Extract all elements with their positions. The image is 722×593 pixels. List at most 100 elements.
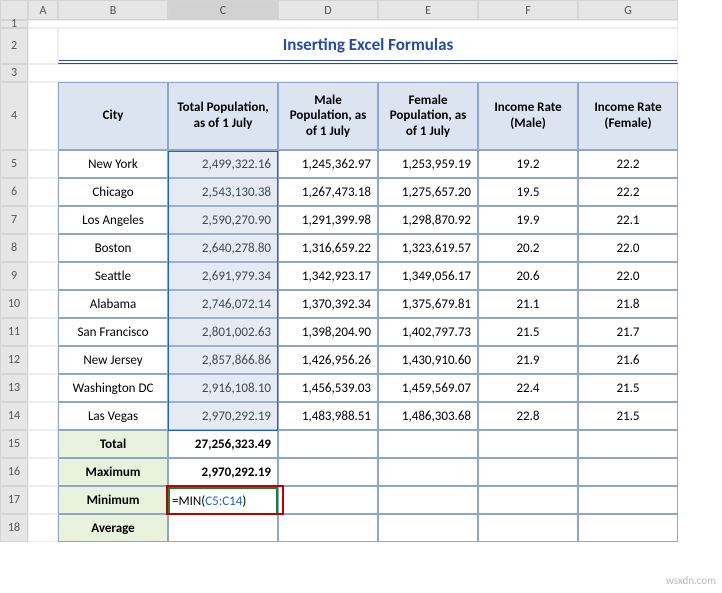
cell[interactable] xyxy=(378,486,478,514)
header-male[interactable]: Male Population, as of 1 July xyxy=(278,82,378,150)
cell-city[interactable]: Chicago xyxy=(58,178,168,206)
cell[interactable] xyxy=(278,486,378,514)
cell-male[interactable]: 1,456,539.03 xyxy=(278,374,378,402)
cell-city[interactable]: New York xyxy=(58,150,168,178)
summary-value[interactable] xyxy=(168,514,278,542)
cell[interactable] xyxy=(378,458,478,486)
cell[interactable] xyxy=(28,514,58,542)
summary-label[interactable]: Total xyxy=(58,430,168,458)
cell-rate-female[interactable]: 22.1 xyxy=(578,206,678,234)
summary-value[interactable] xyxy=(168,486,278,514)
row-header-11[interactable]: 11 xyxy=(0,318,28,346)
row-header-10[interactable]: 10 xyxy=(0,290,28,318)
cell-female[interactable]: 1,486,303.68 xyxy=(378,402,478,430)
row-header-16[interactable]: 16 xyxy=(0,458,28,486)
cell-female[interactable]: 1,298,870.92 xyxy=(378,206,478,234)
row-header-5[interactable]: 5 xyxy=(0,150,28,178)
cell-city[interactable]: Boston xyxy=(58,234,168,262)
cell[interactable] xyxy=(578,458,678,486)
cell-total[interactable]: 2,590,270.90 xyxy=(168,206,278,234)
cell-male[interactable]: 1,398,204.90 xyxy=(278,318,378,346)
col-header-g[interactable]: G xyxy=(578,0,678,20)
title-cell[interactable]: Inserting Excel Formulas xyxy=(58,28,678,64)
cell-total[interactable]: 2,970,292.19 xyxy=(168,402,278,430)
cell-rate-male[interactable]: 19.2 xyxy=(478,150,578,178)
cell[interactable] xyxy=(278,458,378,486)
cell-female[interactable]: 1,402,797.73 xyxy=(378,318,478,346)
cell-rate-female[interactable]: 22.2 xyxy=(578,178,678,206)
header-total[interactable]: Total Population, as of 1 July xyxy=(168,82,278,150)
cell[interactable] xyxy=(28,430,58,458)
row-header-7[interactable]: 7 xyxy=(0,206,28,234)
cell-rate-male[interactable]: 22.8 xyxy=(478,402,578,430)
cell-rate-female[interactable]: 22.0 xyxy=(578,234,678,262)
cell-total[interactable]: 2,801,002.63 xyxy=(168,318,278,346)
cell-total[interactable]: 2,916,108.10 xyxy=(168,374,278,402)
summary-value[interactable]: 27,256,323.49 xyxy=(168,430,278,458)
cell[interactable] xyxy=(578,430,678,458)
cell[interactable] xyxy=(28,178,58,206)
cell-male[interactable]: 1,267,473.18 xyxy=(278,178,378,206)
cell-rate-male[interactable]: 21.1 xyxy=(478,290,578,318)
cell-total[interactable]: 2,857,866.86 xyxy=(168,346,278,374)
cell[interactable] xyxy=(28,458,58,486)
col-header-d[interactable]: D xyxy=(278,0,378,20)
cell[interactable] xyxy=(28,150,58,178)
cell[interactable] xyxy=(378,514,478,542)
cell[interactable] xyxy=(28,262,58,290)
cell-city[interactable]: Washington DC xyxy=(58,374,168,402)
cell-total[interactable]: 2,640,278.80 xyxy=(168,234,278,262)
row-header-14[interactable]: 14 xyxy=(0,402,28,430)
header-female[interactable]: Female Population, as of 1 July xyxy=(378,82,478,150)
cell[interactable] xyxy=(28,318,58,346)
cell-city[interactable]: San Francisco xyxy=(58,318,168,346)
cell-female[interactable]: 1,430,910.60 xyxy=(378,346,478,374)
cell-rate-male[interactable]: 21.5 xyxy=(478,318,578,346)
cell-city[interactable]: Seattle xyxy=(58,262,168,290)
summary-value[interactable]: 2,970,292.19 xyxy=(168,458,278,486)
col-header-a[interactable]: A xyxy=(28,0,58,20)
cell[interactable] xyxy=(478,430,578,458)
cell-male[interactable]: 1,316,659.22 xyxy=(278,234,378,262)
cell-rate-male[interactable]: 20.6 xyxy=(478,262,578,290)
cell-city[interactable]: Alabama xyxy=(58,290,168,318)
cell-rate-female[interactable]: 21.5 xyxy=(578,374,678,402)
row-header-15[interactable]: 15 xyxy=(0,430,28,458)
cell-rate-female[interactable]: 21.5 xyxy=(578,402,678,430)
cell-total[interactable]: 2,543,130.38 xyxy=(168,178,278,206)
cell-rate-male[interactable]: 22.4 xyxy=(478,374,578,402)
cell-city[interactable]: New Jersey xyxy=(58,346,168,374)
cell-rate-female[interactable]: 22.0 xyxy=(578,262,678,290)
cell-male[interactable]: 1,483,988.51 xyxy=(278,402,378,430)
row-header-2[interactable]: 2 xyxy=(0,28,28,64)
cell[interactable] xyxy=(28,64,678,82)
cell-total[interactable]: 2,746,072.14 xyxy=(168,290,278,318)
cell-female[interactable]: 1,275,657.20 xyxy=(378,178,478,206)
cell-male[interactable]: 1,426,956.26 xyxy=(278,346,378,374)
summary-label[interactable]: Maximum xyxy=(58,458,168,486)
cell-female[interactable]: 1,459,569.07 xyxy=(378,374,478,402)
cell-total[interactable]: 2,499,322.16 xyxy=(168,150,278,178)
header-rate-male[interactable]: Income Rate (Male) xyxy=(478,82,578,150)
cell[interactable] xyxy=(278,430,378,458)
cell-male[interactable]: 1,342,923.17 xyxy=(278,262,378,290)
cell[interactable] xyxy=(28,290,58,318)
cell[interactable] xyxy=(28,374,58,402)
cell-rate-male[interactable]: 20.2 xyxy=(478,234,578,262)
cell-rate-female[interactable]: 22.2 xyxy=(578,150,678,178)
cell[interactable] xyxy=(28,206,58,234)
cell-male[interactable]: 1,370,392.34 xyxy=(278,290,378,318)
cell-rate-female[interactable]: 21.7 xyxy=(578,318,678,346)
cell[interactable] xyxy=(378,430,478,458)
cell-rate-male[interactable]: 19.9 xyxy=(478,206,578,234)
cell-female[interactable]: 1,253,959.19 xyxy=(378,150,478,178)
cell[interactable] xyxy=(478,486,578,514)
cell-female[interactable]: 1,349,056.17 xyxy=(378,262,478,290)
cell[interactable] xyxy=(28,486,58,514)
cell[interactable] xyxy=(28,20,678,28)
cell-total[interactable]: 2,691,979.34 xyxy=(168,262,278,290)
row-header-8[interactable]: 8 xyxy=(0,234,28,262)
cell-rate-female[interactable]: 21.8 xyxy=(578,290,678,318)
row-header-13[interactable]: 13 xyxy=(0,374,28,402)
cell-male[interactable]: 1,291,399.98 xyxy=(278,206,378,234)
